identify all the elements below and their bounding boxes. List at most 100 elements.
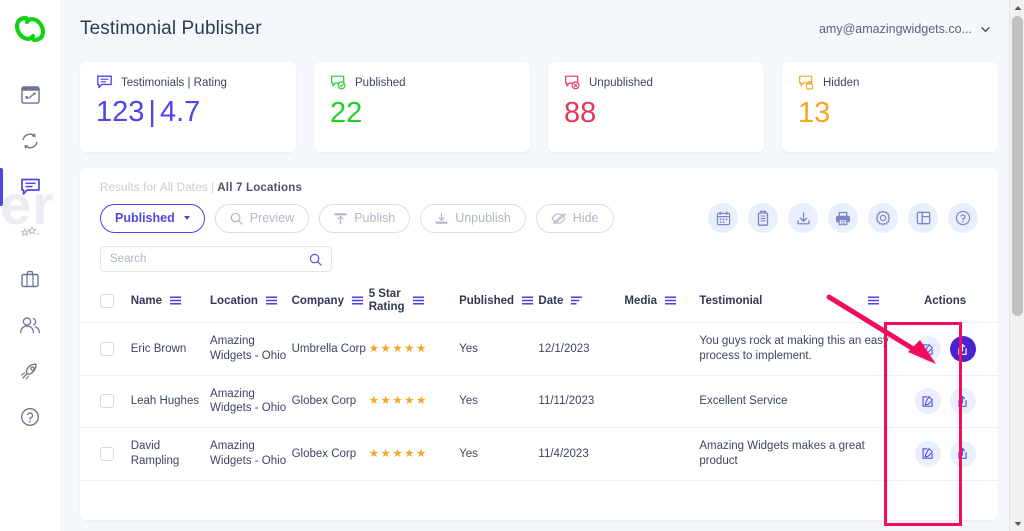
row-select-cell — [80, 375, 131, 429]
scroll-up-arrow[interactable] — [1010, 0, 1024, 15]
row-checkbox[interactable] — [100, 394, 114, 409]
col-name[interactable]: Name — [130, 280, 211, 324]
sidebar-nav — [0, 72, 60, 440]
edit-button[interactable] — [914, 336, 941, 362]
stat-value-hidden: 13 — [798, 97, 831, 129]
star-rating: ★★★★★ — [368, 342, 428, 355]
edit-icon — [922, 448, 934, 460]
col-location[interactable]: Location — [210, 280, 292, 324]
cell-published: Yes — [459, 375, 539, 429]
sidebar-item-customers[interactable] — [0, 302, 60, 348]
cell-company: Umbrella Corp — [291, 322, 369, 376]
preview-button[interactable]: Preview — [214, 203, 310, 233]
sort-icon[interactable] — [169, 295, 182, 306]
cell-media — [624, 427, 700, 481]
printer-icon — [835, 211, 851, 225]
stat-label: Published — [355, 77, 406, 89]
cell-date: 12/1/2023 — [538, 322, 625, 376]
col-company-label: Company — [291, 294, 344, 307]
results-summary: Results for All Dates | All 7 Locations — [80, 168, 998, 194]
scroll-down-arrow[interactable] — [1010, 516, 1024, 531]
share-icon — [958, 448, 967, 460]
preview-label: Preview — [249, 211, 295, 225]
stat-card-testimonials[interactable]: Testimonials | Rating 123 | 4.7 — [80, 62, 296, 152]
select-all-checkbox[interactable] — [100, 293, 114, 308]
chevron-down-icon — [981, 26, 990, 32]
sort-icon[interactable] — [867, 295, 880, 306]
settings-button[interactable] — [868, 203, 898, 233]
columns-button[interactable] — [908, 203, 938, 233]
stat-cards: Testimonials | Rating 123 | 4.7 Published … — [60, 58, 1024, 152]
download-icon — [796, 211, 810, 224]
download-button[interactable] — [788, 203, 818, 233]
stat-card-published[interactable]: Published 22 — [314, 62, 530, 152]
search-icon[interactable] — [309, 253, 322, 266]
sidebar-item-reviews[interactable] — [0, 210, 60, 256]
sort-icon[interactable] — [412, 295, 425, 306]
col-date[interactable]: Date — [538, 280, 625, 324]
chat-bubble-icon — [20, 178, 40, 195]
edit-button[interactable] — [914, 440, 941, 467]
table-row[interactable]: Leah Hughes Amazing Widgets - Ohio Globe… — [80, 375, 998, 429]
col-media[interactable]: Media — [624, 280, 700, 324]
filter-published-dropdown[interactable]: Published — [100, 203, 205, 233]
location-button[interactable] — [748, 203, 778, 233]
account-menu[interactable]: amy@amazingwidgets.co... — [819, 22, 990, 36]
sort-icon[interactable] — [265, 295, 278, 306]
share-button[interactable] — [949, 388, 976, 415]
edit-button[interactable] — [914, 388, 941, 415]
hide-button[interactable]: Hide — [535, 203, 614, 233]
col-rating-label: 5 Star Rating — [368, 288, 405, 313]
help-button[interactable] — [948, 203, 978, 233]
scrollbar-thumb[interactable] — [1012, 16, 1023, 316]
col-name-label: Name — [130, 294, 163, 307]
sidebar-item-sync[interactable] — [0, 118, 60, 164]
unpublish-button[interactable]: Unpublish — [420, 203, 526, 233]
average-rating: 4.7 — [159, 96, 201, 128]
stat-label: Hidden — [823, 77, 860, 89]
sidebar-item-testimonials[interactable] — [0, 164, 60, 210]
cell-company: Globex Corp — [291, 375, 369, 429]
col-rating[interactable]: 5 Star Rating — [368, 280, 460, 324]
testimonials-panel: Results for All Dates | All 7 Locations … — [80, 168, 998, 520]
col-date-label: Date — [538, 294, 564, 307]
testimonial-count: 123 — [96, 96, 145, 128]
unpublish-icon — [435, 212, 448, 224]
col-company[interactable]: Company — [291, 280, 369, 324]
sort-icon[interactable] — [351, 295, 364, 306]
print-button[interactable] — [828, 203, 858, 233]
testimonials-table: Name Location Company 5 Star Rating Publ… — [80, 280, 998, 481]
row-checkbox[interactable] — [100, 446, 114, 461]
search-input[interactable] — [110, 253, 309, 265]
cell-company: Globex Corp — [291, 427, 369, 481]
sidebar-item-business[interactable] — [0, 256, 60, 302]
calendar-button[interactable] — [708, 203, 738, 233]
sort-active-icon[interactable] — [570, 295, 583, 306]
rocket-icon — [20, 362, 37, 380]
table-row[interactable]: David Rampling Amazing Widgets - Ohio Gl… — [80, 427, 998, 481]
col-testimonial[interactable]: Testimonial — [699, 280, 893, 324]
sidebar-item-help[interactable] — [0, 394, 60, 440]
briefcase-icon — [21, 270, 39, 288]
sort-icon[interactable] — [664, 295, 677, 306]
unpublish-label: Unpublish — [455, 211, 511, 225]
cell-location: Amazing Widgets - Ohio — [210, 427, 292, 481]
sort-icon[interactable] — [521, 295, 534, 306]
table-row[interactable]: Eric Brown Amazing Widgets - Ohio Umbrel… — [80, 322, 998, 376]
stat-card-hidden[interactable]: Hidden 13 — [782, 62, 998, 152]
col-published[interactable]: Published — [459, 280, 539, 324]
account-email: amy@amazingwidgets.co... — [818, 22, 972, 36]
browser-scrollbar[interactable] — [1009, 0, 1024, 531]
publish-button[interactable]: Publish — [319, 203, 411, 233]
cell-rating: ★★★★★ — [368, 427, 460, 481]
sidebar-item-dashboard[interactable] — [0, 72, 60, 118]
share-icon — [958, 395, 967, 407]
sidebar-item-campaigns[interactable] — [0, 348, 60, 394]
stars-icon — [19, 225, 39, 237]
row-checkbox[interactable] — [100, 342, 114, 356]
share-button[interactable] — [949, 336, 976, 362]
share-button[interactable] — [949, 440, 976, 467]
search-box[interactable] — [100, 246, 332, 272]
stat-card-unpublished[interactable]: Unpublished 88 — [548, 62, 764, 152]
app-logo[interactable] — [0, 0, 60, 58]
